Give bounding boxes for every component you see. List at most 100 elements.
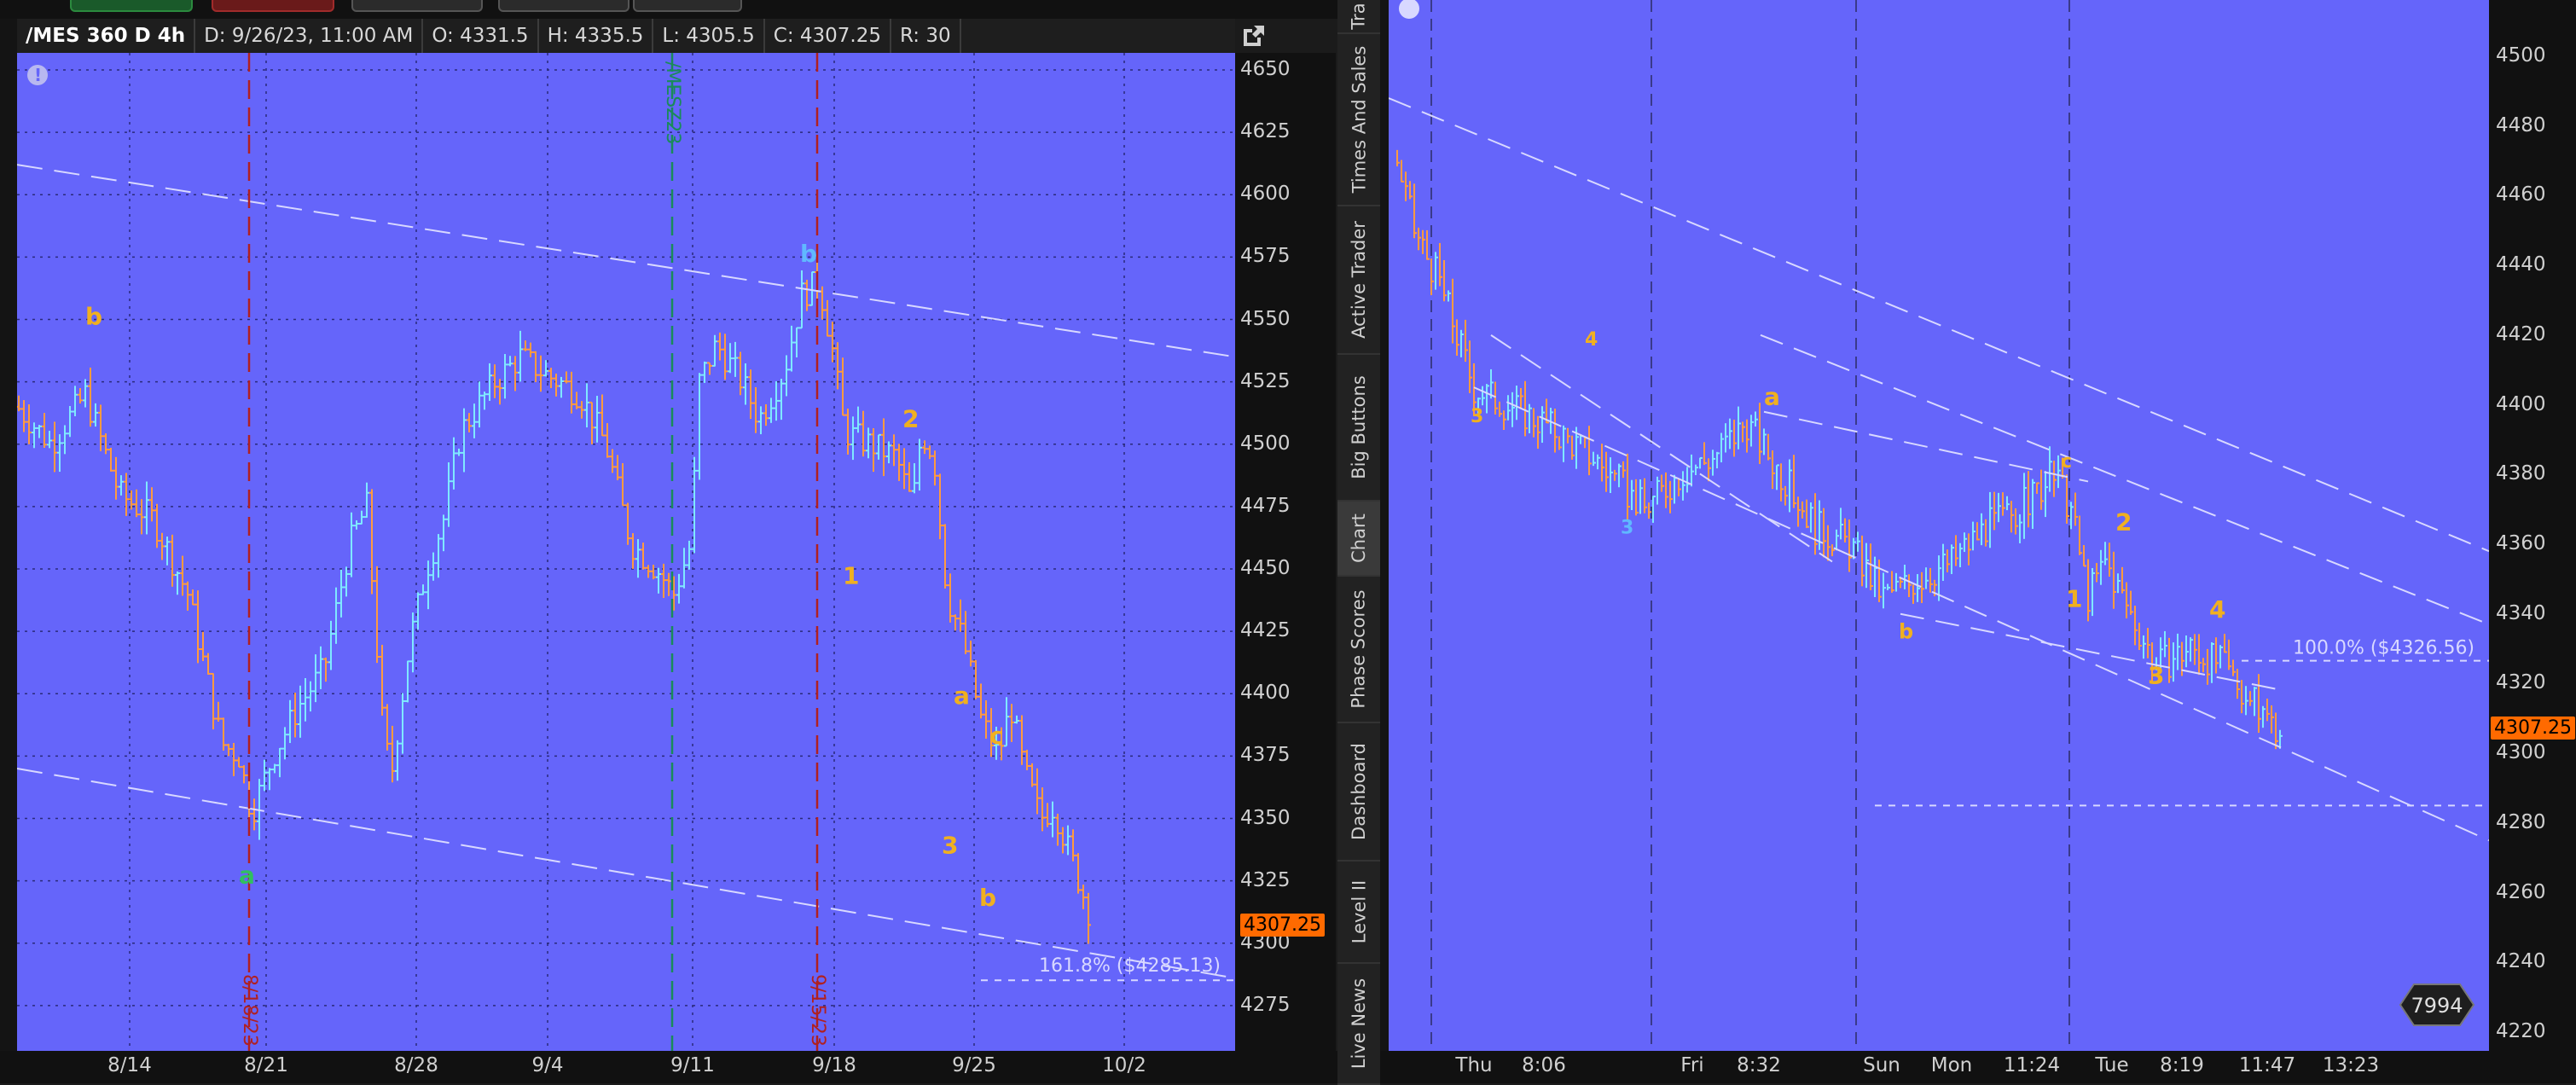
wave-label: 1	[843, 562, 859, 590]
price-tick: 4220	[2496, 1020, 2546, 1042]
side-tab-chart[interactable]: Chart	[1337, 502, 1380, 577]
sell-button[interactable]	[212, 0, 334, 12]
time-tick: Mon	[1930, 1054, 1973, 1076]
price-tick: 4475	[1240, 494, 1291, 517]
right-price-chart[interactable]: 100.0% ($4326.56) 4 3 3 a b c 2 1 4 3 7994	[1389, 0, 2489, 1051]
side-tab-label: Active Trader	[1349, 221, 1370, 339]
alert-info-icon-glyph: !	[34, 65, 42, 85]
side-tab-times-and-sales[interactable]: Times And Sales	[1337, 34, 1380, 206]
price-tick: 4500	[1240, 432, 1291, 455]
time-tick: 9/4	[531, 1054, 564, 1076]
time-tick: Thu	[1455, 1054, 1493, 1076]
time-tick: 8:19	[2160, 1054, 2204, 1076]
side-tab-dashboard[interactable]: Dashboard	[1337, 723, 1380, 862]
time-tick: 8:32	[1737, 1054, 1781, 1076]
time-tick: Fri	[1680, 1054, 1704, 1076]
time-tick: 13:23	[2322, 1054, 2380, 1076]
chart-info-bar: /MES 360 D 4h D: 9/26/23, 11:00 AM O: 43…	[17, 19, 1235, 53]
wave-label: a	[954, 682, 970, 710]
wave-label: b	[800, 240, 817, 268]
side-panel-tabs: Tra Times And Sales Active Trader Big Butto…	[1337, 0, 1380, 1085]
buy-button[interactable]	[70, 0, 193, 12]
channel-lower-trendline[interactable]	[1473, 386, 2489, 842]
wave-label: b	[979, 884, 996, 912]
event-line-label: 9/15/23	[807, 974, 828, 1047]
time-tick: 8/14	[107, 1054, 152, 1076]
right-price-axis[interactable]: 4500 4480 4460 4440 4420 4400 4380 4360 4340 4320…	[2489, 0, 2576, 1051]
upper-trendline[interactable]	[17, 164, 1235, 358]
bar-low: L: 4305.5	[653, 19, 765, 53]
price-tick: 4380	[2496, 462, 2546, 485]
price-tick: 4550	[1240, 307, 1291, 330]
minor-trendline-a[interactable]	[1490, 334, 1833, 563]
wave-label: b	[85, 302, 102, 330]
price-tick: 4350	[1240, 806, 1291, 829]
event-line-label: 8/18/23	[239, 974, 260, 1047]
left-time-axis[interactable]: 8/14 8/21 8/28 9/4 9/11 9/18 9/25 10/2	[0, 1051, 1337, 1083]
bar-close: C: 4307.25	[765, 19, 891, 53]
side-tab-label: Times And Sales	[1349, 45, 1369, 194]
detach-icon[interactable]	[1239, 22, 1268, 49]
fib-level-label: 100.0% ($4326.56)	[2293, 638, 2474, 659]
side-tab-level-ii[interactable]: Level II	[1337, 862, 1380, 964]
side-tab-label: Phase Scores	[1349, 589, 1370, 709]
price-tick: 4650	[1240, 58, 1291, 80]
price-tick: 4525	[1240, 369, 1291, 392]
toolbar-button[interactable]	[351, 0, 483, 12]
right-chart-canvas[interactable]: 100.0% ($4326.56) 4 3 3 a b c 2 1 4 3 7994	[1389, 0, 2489, 1051]
last-price-tag: 4307.25	[1240, 913, 1325, 937]
price-tick: 4240	[2496, 950, 2546, 973]
side-tab-label: Chart	[1349, 513, 1369, 563]
wave-label: 4	[2209, 595, 2225, 624]
wave-label: b	[1899, 619, 1913, 643]
wave-label: 1	[2066, 585, 2082, 613]
wave-label: a	[1764, 383, 1780, 411]
wave-label: 4	[1585, 329, 1598, 351]
side-tab-big-buttons[interactable]: Big Buttons	[1337, 355, 1380, 502]
wave-label: c	[2061, 451, 2072, 473]
time-tick: 9/18	[812, 1054, 856, 1076]
side-tab-label: Tra	[1349, 3, 1369, 30]
time-tick: 9/11	[670, 1054, 715, 1076]
price-tick: 4600	[1240, 183, 1291, 206]
side-tab-label: Level II	[1349, 879, 1369, 944]
toolbar-button[interactable]	[633, 0, 742, 12]
channel-upper-trendline[interactable]	[1389, 97, 2489, 553]
time-tick: 8/28	[394, 1054, 438, 1076]
price-tick: 4360	[2496, 532, 2546, 554]
event-line-label: /MESZ23	[662, 61, 683, 144]
left-chart-canvas[interactable]: 161.8% ($4285.13) 8/18/23/MESZ23 9/15/23 b a…	[17, 53, 1235, 1051]
alert-info-icon[interactable]	[1399, 0, 1419, 19]
left-price-chart[interactable]: 161.8% ($4285.13) 8/18/23/MESZ23 9/15/23 b a…	[17, 53, 1235, 1051]
price-tick: 4400	[2496, 392, 2546, 415]
side-tab-label: Dashboard	[1349, 743, 1369, 840]
symbol-label[interactable]: /MES 360 D 4h	[17, 19, 196, 53]
side-tab-live-news[interactable]: Live News	[1337, 964, 1380, 1085]
counter-badge-value: 7994	[2411, 994, 2463, 1018]
last-price-tag: 4307.25	[2491, 716, 2575, 740]
side-tab-label: Big Buttons	[1349, 375, 1369, 479]
price-tick: 4440	[2496, 253, 2546, 276]
price-tick: 4280	[2496, 810, 2546, 833]
lower-trendline[interactable]	[17, 768, 1235, 979]
bar-date: D: 9/26/23, 11:00 AM	[195, 19, 424, 53]
time-tick: Tue	[2095, 1054, 2129, 1076]
bar-range: R: 30	[891, 19, 961, 53]
price-tick: 4625	[1240, 120, 1291, 143]
time-tick: 9/25	[952, 1054, 996, 1076]
fib-level-label: 161.8% ($4285.13)	[1039, 955, 1221, 977]
right-gutter	[1380, 0, 1389, 1083]
wave-label: 2	[902, 404, 919, 432]
price-tick: 4340	[2496, 601, 2546, 624]
price-tick: 4300	[2496, 741, 2546, 764]
toolbar-button[interactable]	[498, 0, 629, 12]
price-tick: 4575	[1240, 245, 1291, 268]
time-tick: 8/21	[244, 1054, 288, 1076]
wave-label: a	[239, 862, 255, 890]
left-price-axis[interactable]: 4650 4625 4600 4575 4550 4525 4500 4475 4450 4425…	[1235, 53, 1336, 1078]
price-tick: 4420	[2496, 322, 2546, 345]
side-tab-phase-scores[interactable]: Phase Scores	[1337, 577, 1380, 723]
right-time-axis[interactable]: Thu 8:06 Fri 8:32 Sun Mon 11:24 Tue 8:19 11:47 13:…	[1380, 1051, 2576, 1083]
side-tab-active-trader[interactable]: Active Trader	[1337, 206, 1380, 355]
side-tab-tra[interactable]: Tra	[1337, 0, 1380, 34]
